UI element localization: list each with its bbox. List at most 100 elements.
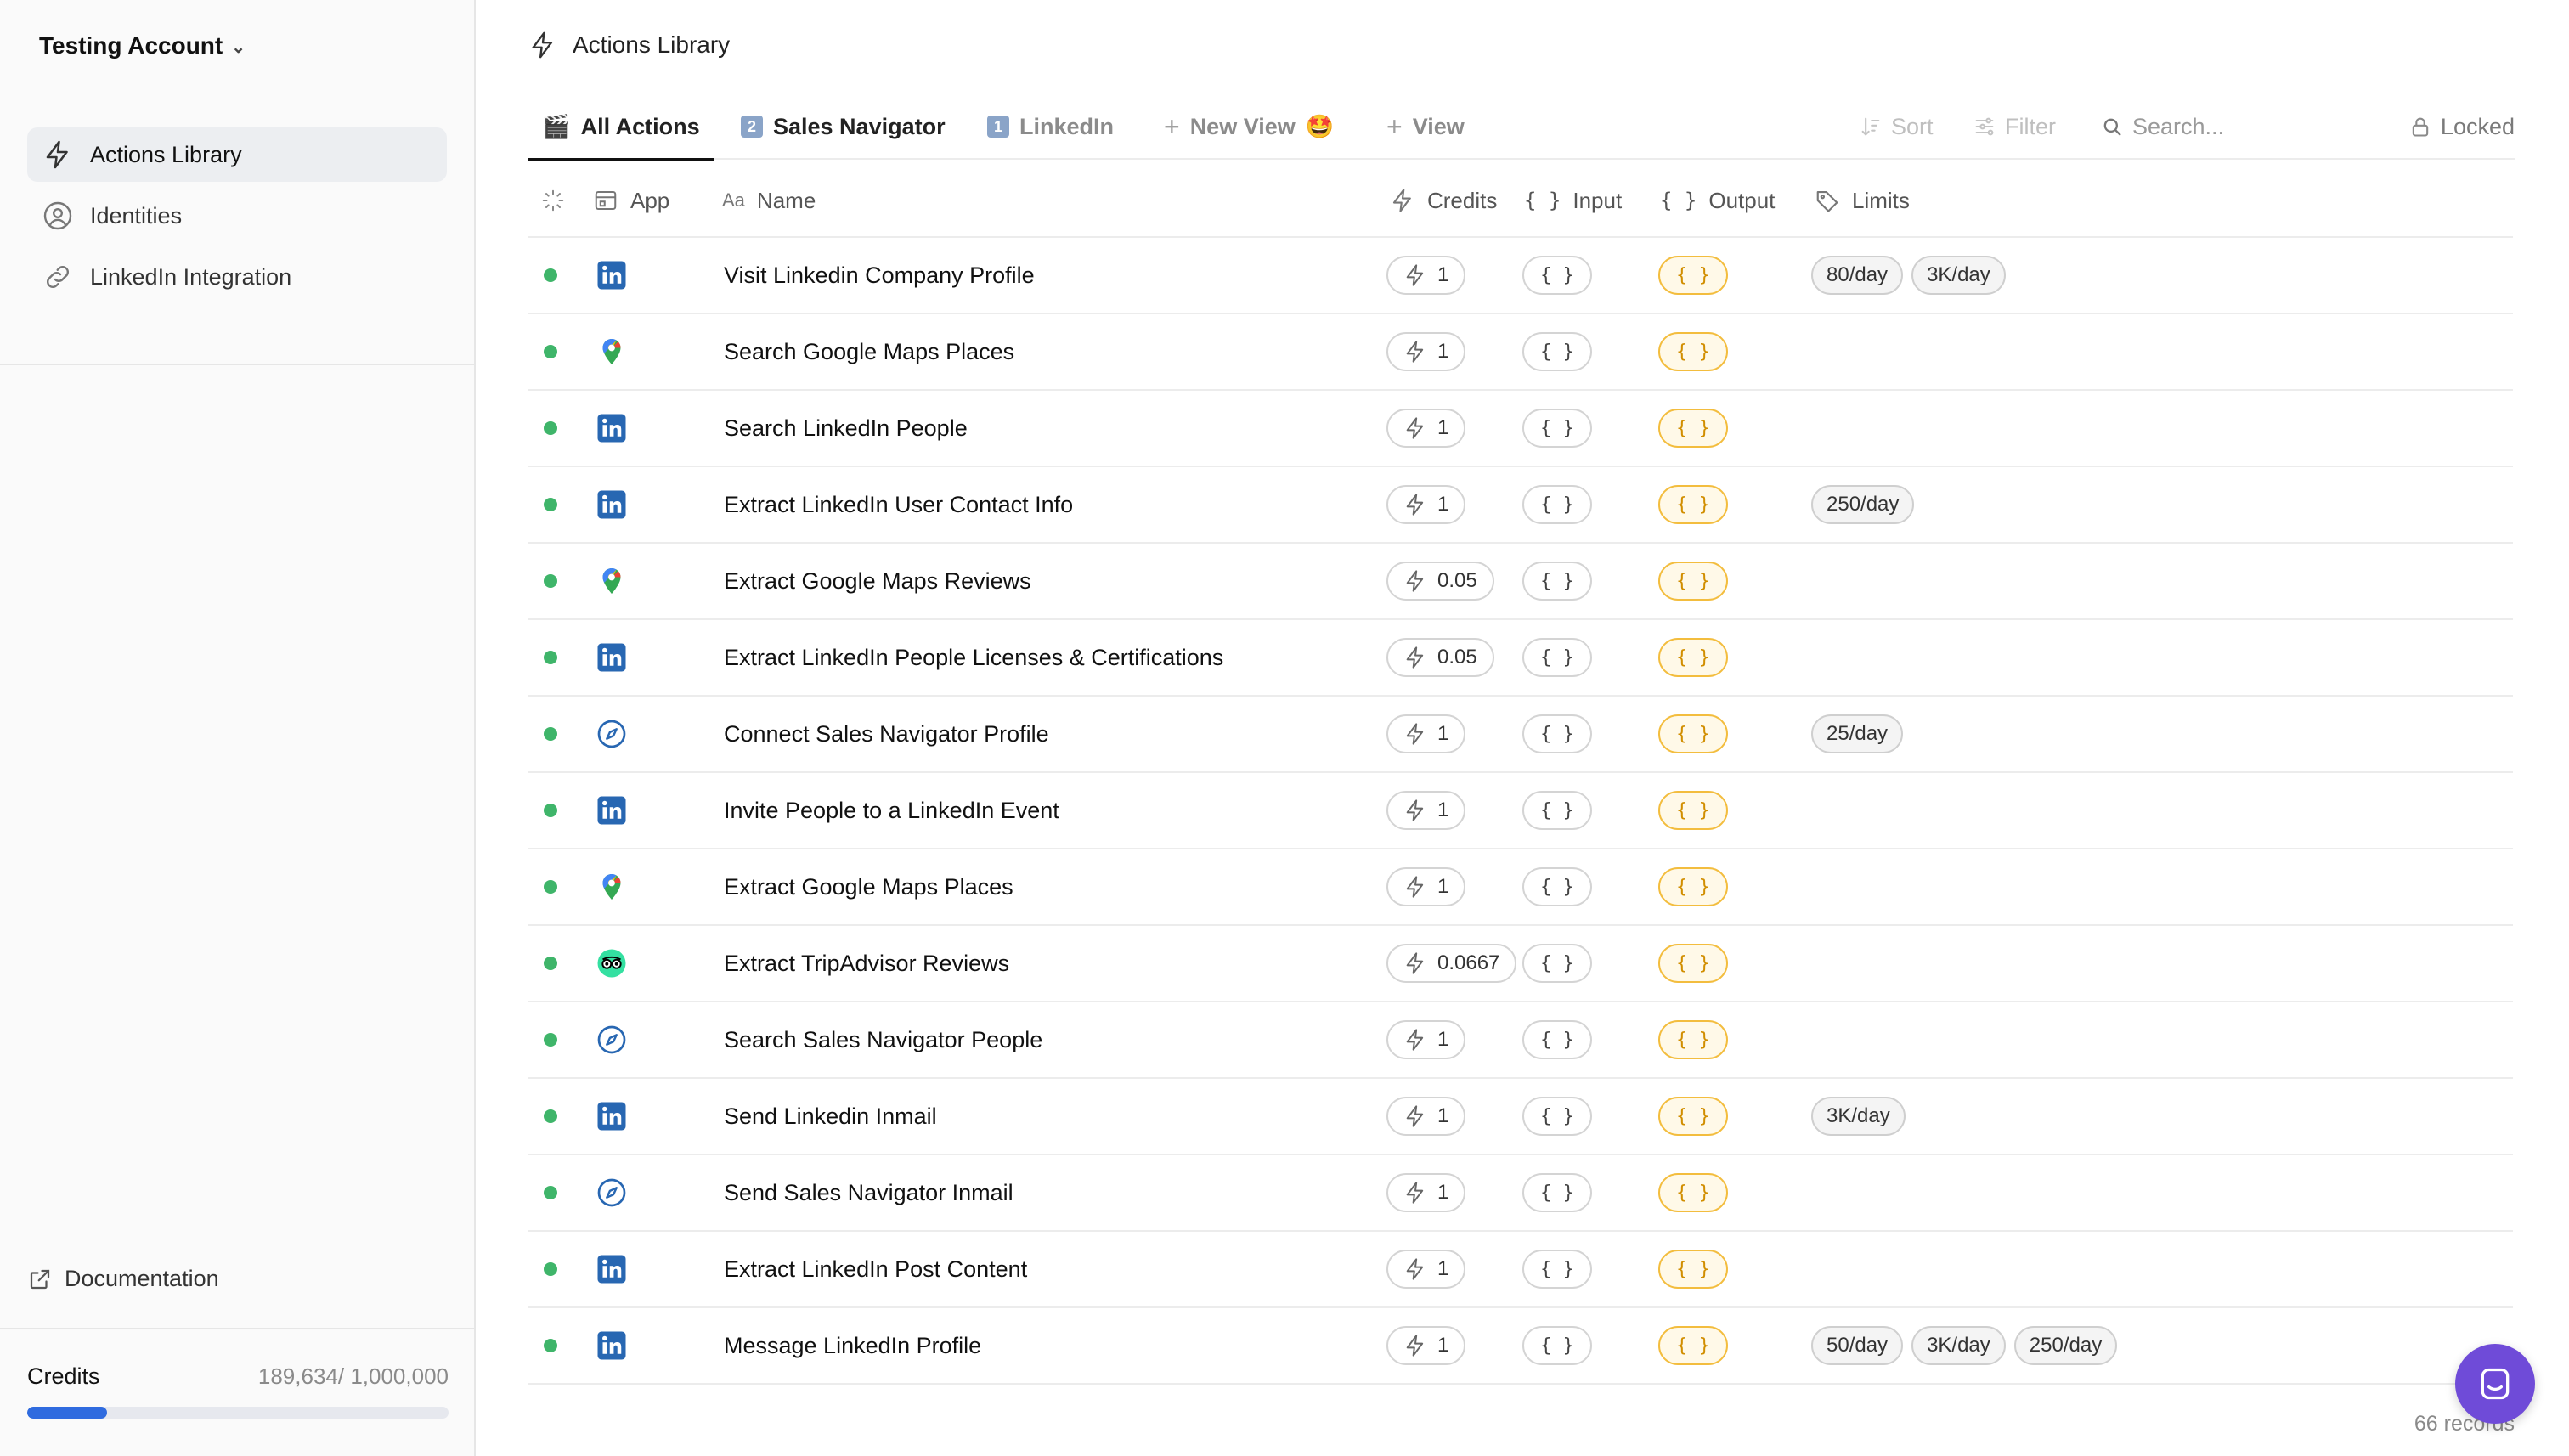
- input-schema-button[interactable]: { }: [1522, 944, 1592, 983]
- credits-pill[interactable]: 1: [1386, 1173, 1466, 1212]
- credits-pill[interactable]: 0.0667: [1386, 944, 1517, 983]
- output-schema-button[interactable]: { }: [1658, 1250, 1728, 1289]
- tab-linkedin[interactable]: 1 LinkedIn: [987, 93, 1114, 160]
- output-schema-button[interactable]: { }: [1658, 1097, 1728, 1136]
- input-schema-button[interactable]: { }: [1522, 332, 1592, 371]
- input-column-header[interactable]: { } Input: [1524, 163, 1622, 238]
- table-row[interactable]: Visit Linkedin Company Profile 1 { } { } 80/…: [528, 238, 2513, 314]
- table-row[interactable]: Search Sales Navigator People 1 { } { }: [528, 1002, 2513, 1079]
- output-schema-button[interactable]: { }: [1658, 332, 1728, 371]
- input-schema-button[interactable]: { }: [1522, 714, 1592, 753]
- credits-pill[interactable]: 1: [1386, 714, 1466, 753]
- action-name[interactable]: Search Google Maps Places: [724, 339, 1014, 365]
- name-column-header[interactable]: Aa Name: [722, 163, 816, 238]
- output-schema-button[interactable]: { }: [1658, 867, 1728, 906]
- output-schema-button[interactable]: { }: [1658, 1020, 1728, 1059]
- credits-progress-fill: [27, 1407, 108, 1419]
- action-name[interactable]: Extract Google Maps Places: [724, 874, 1013, 900]
- action-name[interactable]: Visit Linkedin Company Profile: [724, 262, 1035, 289]
- table-row[interactable]: Connect Sales Navigator Profile 1 { } { } 25…: [528, 697, 2513, 773]
- credits-amount: 1: [1437, 1104, 1449, 1127]
- output-schema-button[interactable]: { }: [1658, 256, 1728, 295]
- table-row[interactable]: Extract LinkedIn Post Content 1 { } { }: [528, 1232, 2513, 1308]
- action-name[interactable]: Extract LinkedIn Post Content: [724, 1256, 1027, 1283]
- search-input[interactable]: Search...: [2100, 93, 2224, 160]
- output-schema-button[interactable]: { }: [1658, 1173, 1728, 1212]
- table-row[interactable]: Extract TripAdvisor Reviews 0.0667 { } { }: [528, 926, 2513, 1002]
- action-name[interactable]: Search LinkedIn People: [724, 415, 968, 442]
- sidebar-item-identities[interactable]: Identities: [27, 189, 447, 243]
- tab-all-actions[interactable]: 🎬 All Actions: [528, 93, 714, 161]
- sort-button[interactable]: Sort: [1859, 93, 1934, 160]
- input-schema-button[interactable]: { }: [1522, 485, 1592, 524]
- table-row[interactable]: Extract LinkedIn People Licenses & Certi…: [528, 620, 2513, 697]
- action-name[interactable]: Extract TripAdvisor Reviews: [724, 951, 1009, 977]
- tab-sales-navigator[interactable]: 2 Sales Navigator: [741, 93, 946, 160]
- table-row[interactable]: Search LinkedIn People 1 { } { }: [528, 391, 2513, 467]
- output-schema-button[interactable]: { }: [1658, 944, 1728, 983]
- credits-pill[interactable]: 1: [1386, 1326, 1466, 1365]
- search-placeholder: Search...: [2132, 113, 2225, 139]
- output-schema-button[interactable]: { }: [1658, 1326, 1728, 1365]
- input-schema-button[interactable]: { }: [1522, 791, 1592, 830]
- table-row[interactable]: Search Google Maps Places 1 { } { }: [528, 314, 2513, 391]
- credits-pill[interactable]: 1: [1386, 867, 1466, 906]
- action-name[interactable]: Extract LinkedIn User Contact Info: [724, 492, 1073, 518]
- input-schema-button[interactable]: { }: [1522, 1326, 1592, 1365]
- credits-pill[interactable]: 1: [1386, 485, 1466, 524]
- table-row[interactable]: Send Linkedin Inmail 1 { } { } 3K/day: [528, 1079, 2513, 1155]
- table-row[interactable]: Extract Google Maps Reviews 0.05 { } { }: [528, 544, 2513, 620]
- input-schema-button[interactable]: { }: [1522, 1097, 1592, 1136]
- credits-pill[interactable]: 1: [1386, 791, 1466, 830]
- action-name[interactable]: Extract LinkedIn People Licenses & Certi…: [724, 645, 1223, 671]
- account-switcher[interactable]: Testing Account ⌄: [39, 32, 246, 59]
- input-schema-button[interactable]: { }: [1522, 867, 1592, 906]
- credits-pill[interactable]: 0.05: [1386, 638, 1494, 677]
- table-row[interactable]: Extract Google Maps Places 1 { } { }: [528, 849, 2513, 926]
- status-column-header[interactable]: [540, 163, 566, 238]
- chat-launcher-button[interactable]: [2455, 1344, 2535, 1424]
- action-name[interactable]: Message LinkedIn Profile: [724, 1333, 981, 1359]
- credits-pill[interactable]: 1: [1386, 409, 1466, 448]
- input-schema-button[interactable]: { }: [1522, 409, 1592, 448]
- input-schema-button[interactable]: { }: [1522, 638, 1592, 677]
- table-row[interactable]: Message LinkedIn Profile 1 { } { } 50/day 3K/…: [528, 1308, 2513, 1385]
- input-schema-button[interactable]: { }: [1522, 562, 1592, 601]
- input-schema-button[interactable]: { }: [1522, 1250, 1592, 1289]
- input-schema-button[interactable]: { }: [1522, 1173, 1592, 1212]
- output-schema-button[interactable]: { }: [1658, 409, 1728, 448]
- table-row[interactable]: Send Sales Navigator Inmail 1 { } { }: [528, 1155, 2513, 1232]
- output-schema-button[interactable]: { }: [1658, 714, 1728, 753]
- table-row[interactable]: Invite People to a LinkedIn Event 1 { } { }: [528, 773, 2513, 849]
- limits-column-header[interactable]: Limits: [1815, 163, 1910, 238]
- credits-column-header[interactable]: Credits: [1390, 163, 1497, 238]
- credits-pill[interactable]: 1: [1386, 1250, 1466, 1289]
- add-view-button[interactable]: + View: [1386, 93, 1465, 160]
- input-schema-button[interactable]: { }: [1522, 1020, 1592, 1059]
- action-name[interactable]: Search Sales Navigator People: [724, 1027, 1042, 1053]
- app-column-header[interactable]: App: [593, 163, 669, 238]
- output-schema-button[interactable]: { }: [1658, 791, 1728, 830]
- table-row[interactable]: Extract LinkedIn User Contact Info 1 { } { …: [528, 467, 2513, 544]
- input-schema-button[interactable]: { }: [1522, 256, 1592, 295]
- tab-new-view[interactable]: + New View 🤩: [1164, 93, 1334, 160]
- credits-pill[interactable]: 0.05: [1386, 562, 1494, 601]
- documentation-link[interactable]: Documentation: [27, 1266, 219, 1292]
- filter-button[interactable]: Filter: [1973, 93, 2056, 160]
- action-name[interactable]: Extract Google Maps Reviews: [724, 568, 1031, 595]
- output-column-header[interactable]: { } Output: [1660, 163, 1775, 238]
- credits-pill[interactable]: 1: [1386, 256, 1466, 295]
- action-name[interactable]: Invite People to a LinkedIn Event: [724, 798, 1059, 824]
- sidebar-item-actions-library[interactable]: Actions Library: [27, 127, 447, 182]
- output-schema-button[interactable]: { }: [1658, 638, 1728, 677]
- credits-pill[interactable]: 1: [1386, 1020, 1466, 1059]
- credits-pill[interactable]: 1: [1386, 332, 1466, 371]
- credits-pill[interactable]: 1: [1386, 1097, 1466, 1136]
- locked-toggle[interactable]: Locked: [2408, 93, 2515, 160]
- output-schema-button[interactable]: { }: [1658, 485, 1728, 524]
- output-schema-button[interactable]: { }: [1658, 562, 1728, 601]
- sidebar-item-linkedin-integration[interactable]: LinkedIn Integration: [27, 250, 447, 304]
- action-name[interactable]: Send Linkedin Inmail: [724, 1103, 937, 1130]
- action-name[interactable]: Send Sales Navigator Inmail: [724, 1180, 1013, 1206]
- action-name[interactable]: Connect Sales Navigator Profile: [724, 721, 1049, 748]
